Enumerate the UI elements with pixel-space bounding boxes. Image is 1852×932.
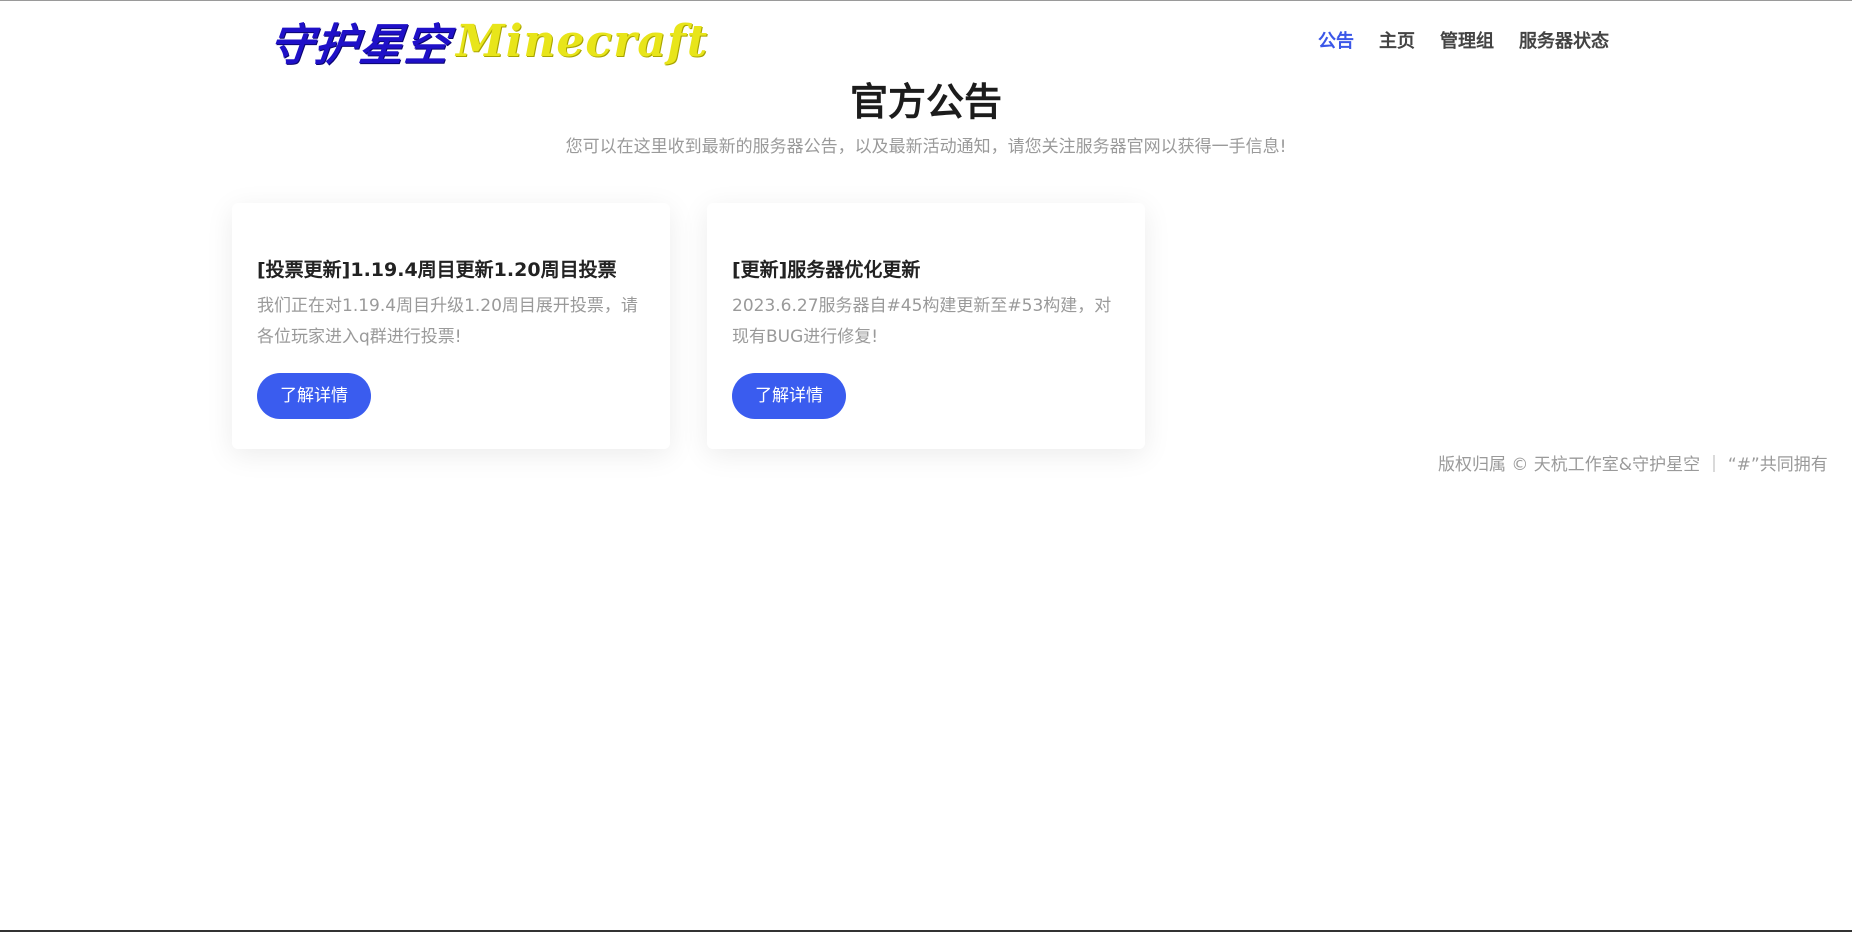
site-logo[interactable]: 守护星空 Minecraft xyxy=(266,9,709,73)
card-description: 2023.6.27服务器自#45构建更新至#53构建，对现有BUG进行修复! xyxy=(732,296,1112,347)
nav-item-announcements[interactable]: 公告 xyxy=(1318,27,1354,53)
nav-item-admin-team[interactable]: 管理组 xyxy=(1440,27,1494,53)
card-description: 我们正在对1.19.4周目升级1.20周目展开投票，请各位玩家进入q群进行投票! xyxy=(257,296,638,347)
learn-more-button[interactable]: 了解详情 xyxy=(732,373,846,419)
logo-text-cn: 守护星空 xyxy=(266,20,453,71)
card-title: [更新]服务器优化更新 xyxy=(732,259,921,281)
announcement-card: [投票更新]1.19.4周目更新1.20周目投票 我们正在对1.19.4周目升级… xyxy=(232,203,670,449)
page: 守护星空 Minecraft 公告 主页 管理组 服务器状态 官方公告 您可以在… xyxy=(0,0,1852,932)
page-subtitle: 您可以在这里收到最新的服务器公告，以及最新活动通知，请您关注服务器官网以获得一手… xyxy=(565,137,1287,157)
card-title: [投票更新]1.19.4周目更新1.20周目投票 xyxy=(257,259,617,281)
announcement-card: [更新]服务器优化更新 2023.6.27服务器自#45构建更新至#53构建，对… xyxy=(707,203,1145,449)
page-title: 官方公告 xyxy=(849,80,1002,124)
nav-item-server-status[interactable]: 服务器状态 xyxy=(1519,27,1609,53)
top-nav: 公告 主页 管理组 服务器状态 xyxy=(1293,27,1609,53)
footer-copyright: 版权归属 © 天杭工作室&守护星空 ｜ “#”共同拥有 xyxy=(1438,455,1828,475)
logo-text-en: Minecraft xyxy=(456,15,709,67)
nav-item-home[interactable]: 主页 xyxy=(1379,27,1415,53)
learn-more-button[interactable]: 了解详情 xyxy=(257,373,371,419)
